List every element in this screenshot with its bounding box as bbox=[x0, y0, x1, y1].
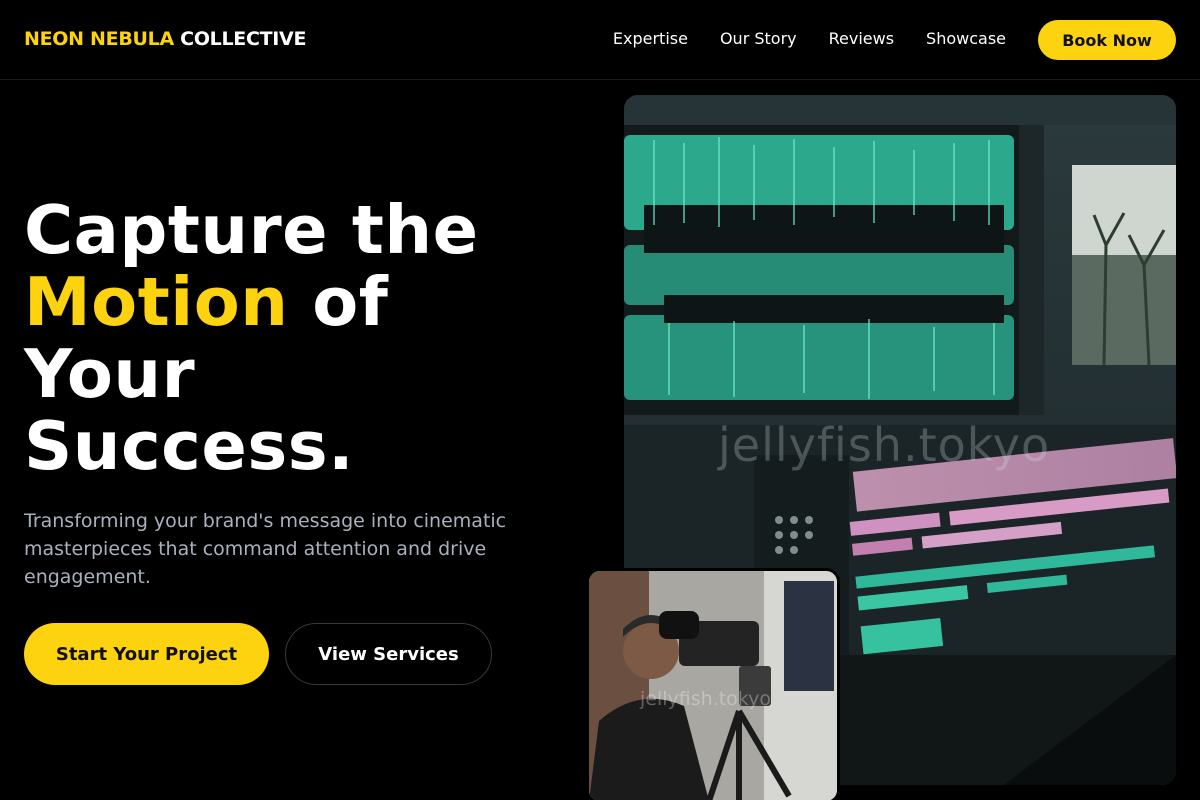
headline-line-1: Capture the bbox=[24, 191, 479, 269]
hero-headline: Capture the Motion of Your Success. bbox=[24, 194, 584, 482]
main-nav: Expertise Our Story Reviews Showcase bbox=[613, 29, 1006, 48]
hero-subtitle: Transforming your brand's message into c… bbox=[24, 510, 507, 588]
headline-accent-word: Motion bbox=[24, 263, 289, 341]
headline-line-2-rest: of bbox=[288, 263, 389, 341]
brand-logo[interactable]: NEON NEBULA COLLECTIVE bbox=[24, 28, 306, 50]
site-header: NEON NEBULA COLLECTIVE Expertise Our Sto… bbox=[0, 0, 1200, 80]
headline-line-3: Your bbox=[24, 335, 196, 413]
nav-link-showcase[interactable]: Showcase bbox=[926, 29, 1006, 48]
camera-watermark: jellyfish.tokyo bbox=[640, 688, 771, 710]
brand-name-rest: COLLECTIVE bbox=[173, 28, 307, 50]
editor-watermark: jellyfish.tokyo bbox=[718, 418, 1051, 472]
headline-line-4: Success. bbox=[24, 407, 355, 485]
camera-illustration bbox=[589, 571, 837, 800]
camera-operator-image bbox=[586, 568, 840, 800]
nav-link-reviews[interactable]: Reviews bbox=[829, 29, 894, 48]
nav-link-our-story[interactable]: Our Story bbox=[720, 29, 797, 48]
view-services-button[interactable]: View Services bbox=[285, 623, 492, 685]
start-project-button[interactable]: Start Your Project bbox=[24, 623, 269, 685]
nav-link-expertise[interactable]: Expertise bbox=[613, 29, 688, 48]
book-now-button[interactable]: Book Now bbox=[1038, 20, 1176, 60]
brand-name-accent: NEON NEBULA bbox=[24, 28, 174, 50]
